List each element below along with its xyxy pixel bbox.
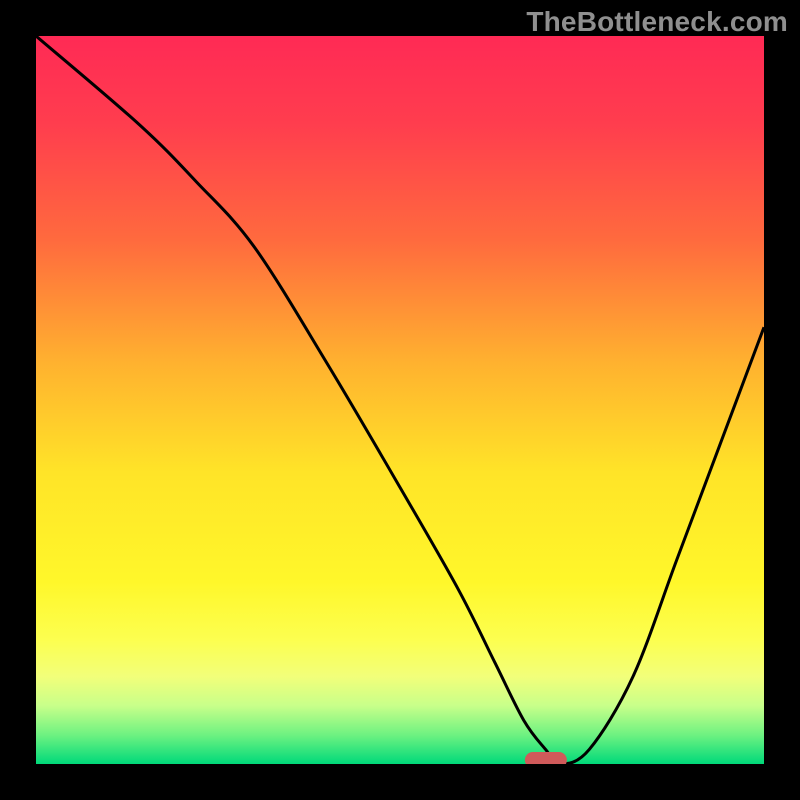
chart-frame: TheBottleneck.com	[0, 0, 800, 800]
watermark-label: TheBottleneck.com	[526, 6, 788, 38]
plot-area	[36, 36, 764, 764]
gradient-background	[36, 36, 764, 764]
optimum-marker	[524, 752, 566, 764]
